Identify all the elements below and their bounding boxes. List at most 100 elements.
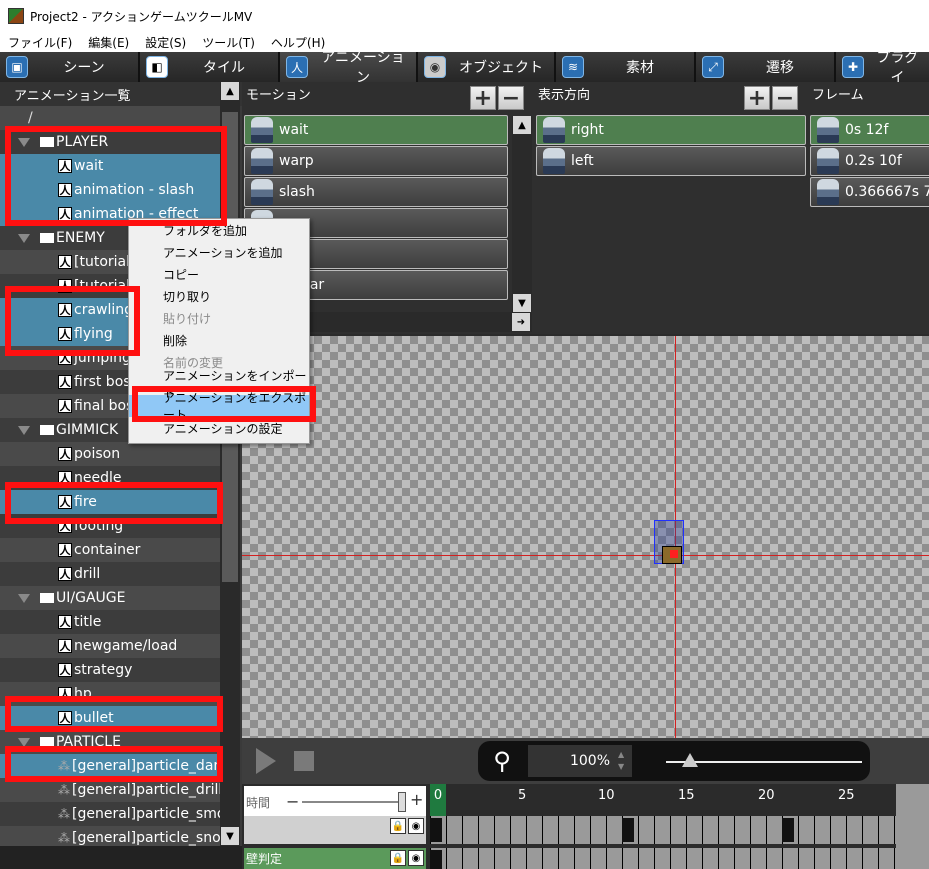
track-frames[interactable]: [430, 816, 896, 844]
context-menu-item[interactable]: 切り取り: [129, 285, 309, 307]
eye-icon[interactable]: ◉: [408, 850, 424, 866]
animation-canvas[interactable]: [242, 336, 929, 738]
lock-icon[interactable]: 🔒: [390, 850, 406, 866]
timeline-scale-thumb[interactable]: [398, 792, 406, 812]
tree-item[interactable]: 人 animation - slash: [0, 178, 220, 202]
add-direction-button[interactable]: +: [744, 86, 770, 111]
tree-item[interactable]: 人 poison: [0, 442, 220, 466]
menu-settings[interactable]: 設定(S): [137, 34, 194, 51]
direction-item[interactable]: right: [536, 115, 806, 145]
tab-animation[interactable]: 人 アニメーション: [280, 50, 418, 86]
tab-scene[interactable]: ▣ シーン: [0, 52, 140, 82]
motion-scrollbar[interactable]: ▲ ▼: [512, 116, 532, 312]
tree-folder[interactable]: UI/GAUGE: [0, 586, 220, 610]
motion-scroll-right-icon[interactable]: ➜: [512, 313, 530, 331]
scroll-down-icon[interactable]: ▼: [221, 827, 239, 845]
tree-item[interactable]: 人 newgame/load: [0, 634, 220, 658]
tree-item[interactable]: ⁂ [general]particle_dam: [0, 754, 220, 778]
tree-root[interactable]: /: [0, 106, 220, 130]
expand-triangle-icon[interactable]: [18, 233, 30, 243]
tree-item[interactable]: 人 footing: [0, 514, 220, 538]
tree-item-label: [general]particle_smo: [72, 806, 220, 822]
frame-item[interactable]: 0s 12f: [810, 115, 929, 145]
track-frames[interactable]: [430, 848, 896, 869]
tree-item[interactable]: ⁂ [general]particle_smo: [0, 802, 220, 826]
context-menu-item[interactable]: アニメーションをエクスポート: [129, 391, 309, 422]
frame-item[interactable]: 0.2s 10f: [810, 146, 929, 176]
tree-item[interactable]: 人 fire: [0, 490, 220, 514]
menu-edit[interactable]: 編集(E): [80, 34, 137, 51]
timeline-right-area: [896, 784, 929, 869]
motion-item[interactable]: wait: [244, 115, 508, 145]
scale-plus-icon[interactable]: +: [410, 790, 423, 809]
tab-tile[interactable]: ◧ タイル: [140, 52, 280, 82]
tree-item[interactable]: 人 hp: [0, 682, 220, 706]
animation-list-panel: アニメーション一覧 / PLAYER 人 wait 人 animation - slas…: [0, 82, 242, 869]
motion-scroll-down-icon[interactable]: ▼: [513, 294, 531, 312]
origin-point[interactable]: [670, 550, 678, 558]
eye-icon[interactable]: ◉: [408, 818, 424, 834]
motion-scroll-up-icon[interactable]: ▲: [513, 116, 531, 134]
keyframe[interactable]: [430, 850, 442, 869]
expand-triangle-icon[interactable]: [18, 593, 30, 603]
tab-object[interactable]: ◉ オブジェクト: [418, 52, 556, 82]
tree-item[interactable]: 人 bullet: [0, 706, 220, 730]
zoom-slider-thumb[interactable]: [681, 753, 698, 767]
motion-item-label: wait: [279, 122, 309, 138]
animation-list-title: アニメーション一覧: [0, 82, 242, 106]
menu-file[interactable]: ファイル(F): [0, 34, 80, 51]
keyframe[interactable]: [622, 818, 634, 842]
folder-icon: [40, 425, 54, 435]
tab-transition[interactable]: ⤢ 遷移: [696, 52, 836, 82]
remove-direction-button[interactable]: −: [772, 86, 798, 111]
context-menu-item[interactable]: 貼り付け: [129, 307, 309, 329]
context-menu-item[interactable]: フォルダを追加: [129, 219, 309, 241]
scale-minus-icon[interactable]: −: [286, 792, 299, 811]
direction-item[interactable]: left: [536, 146, 806, 176]
keyframe[interactable]: [782, 818, 794, 842]
tree-item-label: [general]particle_dam: [72, 758, 220, 774]
menu-tools[interactable]: ツール(T): [194, 34, 263, 51]
tree-item[interactable]: 人 title: [0, 610, 220, 634]
context-menu-item[interactable]: アニメーションを追加: [129, 241, 309, 263]
zoom-input[interactable]: 100%: [528, 745, 632, 777]
tree-item[interactable]: 人 wait: [0, 154, 220, 178]
tree-item[interactable]: ⁂ [general]particle_drill: [0, 778, 220, 802]
zoom-spinner-icon[interactable]: ▲ ▼: [618, 749, 624, 773]
motion-item[interactable]: slash: [244, 177, 508, 207]
expand-triangle-icon[interactable]: [18, 137, 30, 147]
tree-item[interactable]: 人 needle: [0, 466, 220, 490]
direction-item-label: right: [571, 122, 604, 138]
play-icon[interactable]: [256, 748, 276, 774]
lock-icon[interactable]: 🔒: [390, 818, 406, 834]
tab-plugin[interactable]: ✚ プラグイ: [836, 50, 929, 86]
tree-item-label: bullet: [74, 710, 114, 726]
tab-material[interactable]: ≋ 素材: [556, 52, 696, 82]
expand-triangle-icon[interactable]: [18, 737, 30, 747]
timeline-scale-slider[interactable]: [302, 801, 404, 803]
remove-motion-button[interactable]: −: [498, 86, 524, 111]
tree-item[interactable]: 人 container: [0, 538, 220, 562]
tree-folder[interactable]: PLAYER: [0, 130, 220, 154]
animation-file-icon: 人: [58, 495, 72, 509]
tree-item[interactable]: ⁂ [general]particle_snov: [0, 826, 220, 846]
tree-scrollbar[interactable]: ▲ ▼: [220, 82, 240, 869]
current-frame-marker[interactable]: 0: [430, 784, 446, 816]
keyframe[interactable]: [430, 818, 442, 842]
context-menu-item[interactable]: アニメーションの設定: [129, 417, 309, 439]
scroll-up-icon[interactable]: ▲: [221, 82, 239, 100]
context-menu-item[interactable]: コピー: [129, 263, 309, 285]
context-menu-item[interactable]: 削除: [129, 329, 309, 351]
tree-folder[interactable]: PARTICLE: [0, 730, 220, 754]
frame-list: 0s 12f 0.2s 10f 0.366667s 7: [808, 115, 929, 207]
stop-icon[interactable]: [294, 751, 314, 771]
tree-item-label: poison: [74, 446, 121, 462]
tree-item[interactable]: 人 strategy: [0, 658, 220, 682]
motion-item[interactable]: warp: [244, 146, 508, 176]
expand-triangle-icon[interactable]: [18, 425, 30, 435]
frame-item[interactable]: 0.366667s 7: [810, 177, 929, 207]
tree-item-label: footing: [74, 518, 124, 534]
tree-item[interactable]: 人 drill: [0, 562, 220, 586]
add-motion-button[interactable]: +: [470, 86, 496, 111]
timeline-ruler[interactable]: 5 10 15 20 25: [428, 784, 908, 816]
